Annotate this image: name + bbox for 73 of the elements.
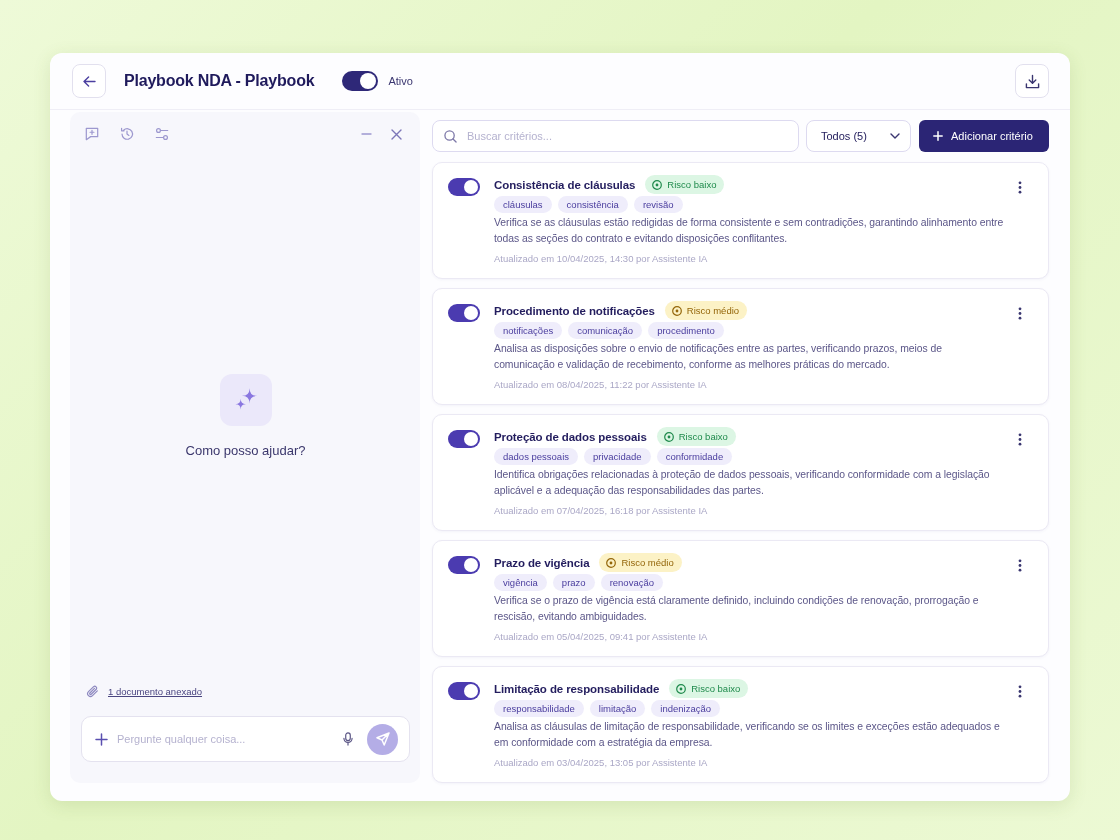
- chevron-down-icon: [890, 133, 900, 139]
- tag: responsabilidade: [494, 700, 584, 717]
- filter-dropdown[interactable]: Todos (5): [806, 120, 911, 152]
- toggle-switch[interactable]: [448, 304, 480, 322]
- plus-icon: [933, 131, 943, 141]
- search-icon: [444, 130, 457, 143]
- criterion-description: Analisa as disposições sobre o envio de notificações entre as partes, verificando prazos, meios de comunicação e validação de recebimento, conforme as melhores práticas do mercado.: [494, 342, 943, 372]
- criterion-title: Consistência de cláusulas: [494, 178, 636, 191]
- updated-text: Atualizado em 03/04/2025, 13:05 por Assistente IA: [494, 756, 709, 769]
- risk-label: Risco médio: [621, 557, 674, 568]
- updated-text: Atualizado em 08/04/2025, 11:22 por Assistente IA: [494, 378, 708, 391]
- paperclip-icon: [86, 685, 99, 698]
- microphone-icon[interactable]: [343, 732, 353, 746]
- tag: dados pessoais: [494, 448, 579, 465]
- criterion-title: Procedimento de notificações: [494, 304, 655, 317]
- tag: consistência: [557, 196, 628, 213]
- tag: comunicação: [568, 322, 643, 339]
- assistant-prompt: Como posso ajudar?: [185, 442, 306, 458]
- tag: cláusulas: [494, 196, 552, 213]
- kebab-menu-icon[interactable]: [1018, 685, 1022, 698]
- circle-dot-icon: [652, 179, 663, 190]
- criterion-description: Verifica se as cláusulas estão redigidas de forma consistente e sem contradições, garantindo alinhamento entre todas as seções do contrato e evitando disposições conflitantes.: [494, 216, 1004, 246]
- kebab-menu-icon[interactable]: [1018, 307, 1022, 320]
- criterion-description: Verifica se o prazo de vigência está claramente definido, incluindo condições de renovação, prorrogação e rescisão, evitando ambiguidades.: [494, 594, 980, 624]
- arrow-left-icon: [82, 75, 96, 87]
- risk-label: Risco baixo: [678, 431, 728, 442]
- circle-dot-icon: [606, 557, 617, 568]
- sparkle-icon: [219, 373, 272, 426]
- close-icon[interactable]: [391, 128, 402, 140]
- toggle-switch[interactable]: [342, 71, 379, 91]
- tag: indenização: [651, 700, 721, 717]
- attachment-link[interactable]: 1 documento anexado: [108, 686, 203, 697]
- circle-dot-icon: [671, 305, 682, 316]
- search-field[interactable]: Buscar critérios...: [432, 120, 799, 152]
- download-icon: [1024, 73, 1040, 89]
- circle-dot-icon: [663, 431, 674, 442]
- toggle-switch[interactable]: [448, 430, 480, 448]
- toggle-switch[interactable]: [448, 682, 480, 700]
- tag: renovação: [600, 574, 663, 591]
- plus-icon[interactable]: [95, 732, 108, 746]
- criterion-title: Proteção de dados pessoais: [494, 430, 647, 443]
- criterion-description: Identifica obrigações relacionadas à proteção de dados pessoais, verificando conformidade com a legislação aplicável e a adequação das responsabilidades das partes.: [494, 468, 991, 498]
- status-label: Ativo: [388, 75, 413, 87]
- back-button[interactable]: [72, 64, 106, 98]
- risk-label: Risco baixo: [691, 683, 741, 694]
- tag: privacidade: [584, 448, 651, 465]
- tag: vigência: [494, 574, 547, 591]
- toggle-switch[interactable]: [448, 556, 480, 574]
- toggle-switch[interactable]: [448, 178, 480, 196]
- download-button[interactable]: [1015, 64, 1049, 98]
- circle-dot-icon: [676, 683, 687, 694]
- risk-label: Risco baixo: [667, 179, 717, 190]
- criterion-title: Prazo de vigência: [494, 556, 590, 569]
- tag: prazo: [552, 574, 595, 591]
- message-input[interactable]: Pergunte qualquer coisa...: [117, 731, 335, 747]
- kebab-menu-icon[interactable]: [1018, 433, 1022, 446]
- kebab-menu-icon[interactable]: [1018, 559, 1022, 572]
- tag: notificações: [494, 322, 563, 339]
- page-title: Playbook NDA - Playbook: [124, 72, 315, 90]
- updated-text: Atualizado em 10/04/2025, 14:30 por Assistente IA: [494, 252, 709, 265]
- tag: revisão: [633, 196, 683, 213]
- risk-label: Risco médio: [686, 305, 740, 316]
- criterion-title: Limitação de responsabilidade: [494, 682, 660, 695]
- kebab-menu-icon[interactable]: [1018, 181, 1022, 194]
- paper-plane-icon: [375, 732, 390, 746]
- tag: limitação: [589, 700, 646, 717]
- sliders-icon[interactable]: [155, 127, 169, 141]
- add-criterion-button[interactable]: Adicionar critério: [919, 120, 1049, 152]
- tag: procedimento: [648, 322, 724, 339]
- tag: conformidade: [656, 448, 733, 465]
- updated-text: Atualizado em 05/04/2025, 09:41 por Assistente IA: [494, 630, 709, 643]
- updated-text: Atualizado em 07/04/2025, 16:18 por Assistente IA: [494, 504, 709, 517]
- criterion-description: Analisa as cláusulas de limitação de responsabilidade, verificando se os limites e exceções estão adequados e em conformidade com a estratégia da empresa.: [494, 720, 1001, 750]
